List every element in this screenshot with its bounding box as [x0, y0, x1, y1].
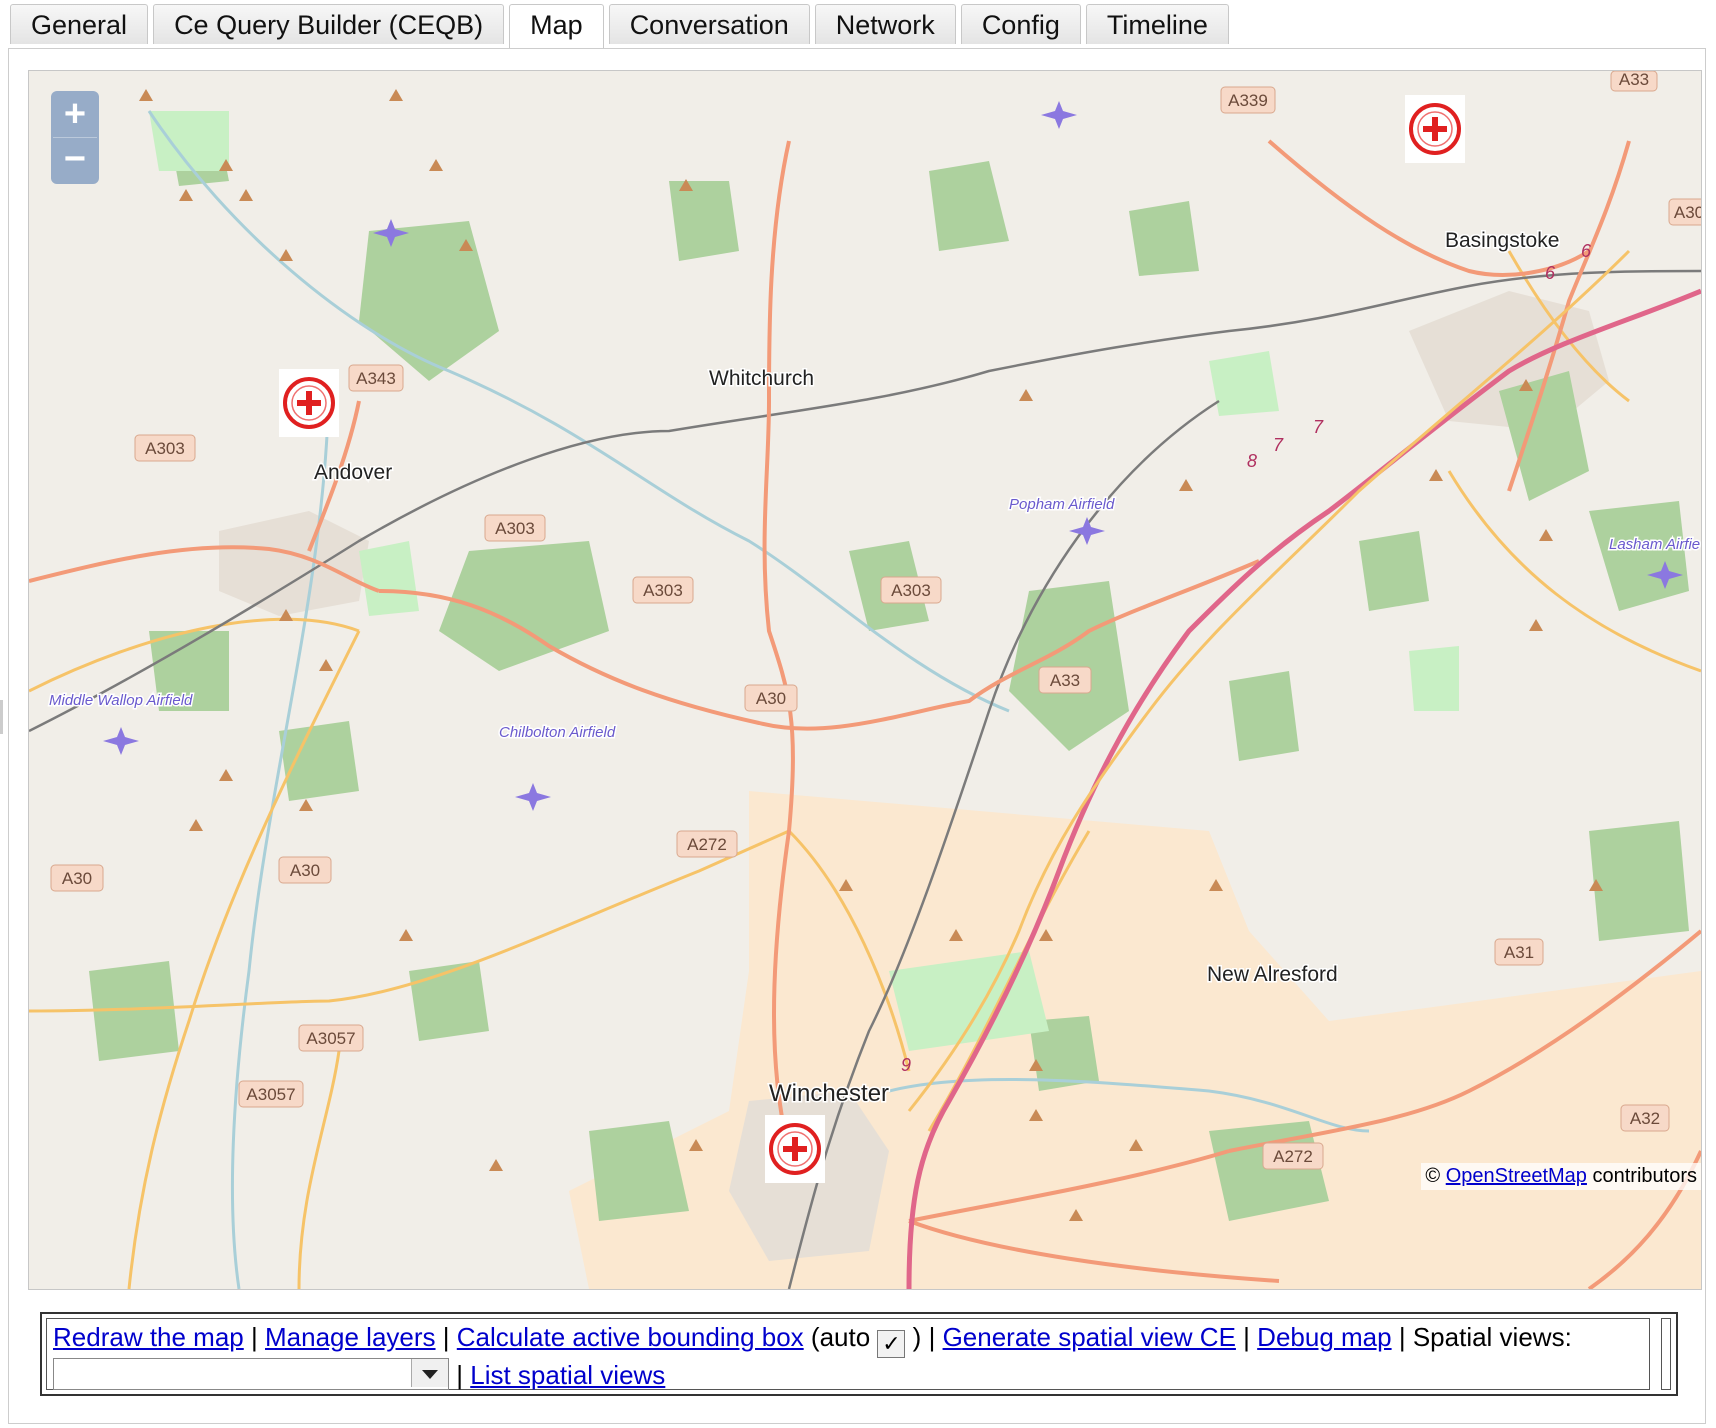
- list-spatial-views-link[interactable]: List spatial views: [470, 1360, 665, 1390]
- zoom-out-button[interactable]: −: [53, 138, 97, 182]
- auto-checkbox[interactable]: ✓: [877, 1330, 906, 1358]
- map-marker-winchester[interactable]: [765, 1115, 825, 1183]
- separator: |: [928, 1322, 936, 1352]
- road-label: A33: [1050, 671, 1080, 690]
- road-label: A303: [891, 581, 931, 600]
- airfield-label: Popham Airfield: [1009, 496, 1115, 513]
- airfield-label: Chilbolton Airfield: [499, 724, 616, 741]
- road-label: A30: [62, 869, 92, 888]
- junction-label: 6: [1581, 241, 1592, 261]
- road-label: A3057: [306, 1029, 355, 1048]
- airfield-label: Lasham Airfie: [1609, 536, 1700, 553]
- chevron-down-icon[interactable]: [411, 1359, 448, 1387]
- map-canvas: A339 A33 A30 A343 A303 A303 A303 A303 A3…: [29, 71, 1701, 1289]
- attribution-suffix: contributors: [1592, 1165, 1698, 1187]
- debug-map-link[interactable]: Debug map: [1257, 1322, 1391, 1352]
- road-label: A33: [1619, 71, 1649, 89]
- road-label: A303: [145, 439, 185, 458]
- place-label: Winchester: [769, 1080, 889, 1107]
- junction-label: 8: [1247, 451, 1257, 471]
- controls-row-2: | List spatial views: [53, 1358, 1643, 1392]
- place-label: Whitchurch: [709, 367, 814, 390]
- calculate-bbox-link[interactable]: Calculate active bounding box: [457, 1322, 804, 1352]
- left-resize-handle[interactable]: [0, 700, 3, 734]
- place-label: Basingstoke: [1445, 229, 1559, 252]
- road-label: A30: [1674, 203, 1701, 222]
- road-label: A343: [356, 369, 396, 388]
- zoom-control: + −: [51, 91, 99, 184]
- landuse-area: [569, 791, 1701, 1289]
- separator: |: [442, 1322, 450, 1352]
- map-controls: Redraw the map | Manage layers | Calcula…: [46, 1318, 1650, 1390]
- marker-plus-icon: [283, 377, 335, 429]
- marker-plus-icon: [1409, 103, 1461, 155]
- tab-conversation[interactable]: Conversation: [608, 4, 810, 44]
- junction-label: 6: [1545, 263, 1556, 283]
- generate-spatial-ce-link[interactable]: Generate spatial view CE: [943, 1322, 1236, 1352]
- junction-label: 9: [901, 1055, 911, 1075]
- auto-close: ): [912, 1322, 922, 1352]
- junction-label: 7: [1313, 417, 1324, 437]
- openstreetmap-link[interactable]: OpenStreetMap: [1446, 1165, 1587, 1187]
- road-label: A303: [495, 519, 535, 538]
- tab-config[interactable]: Config: [960, 4, 1081, 44]
- spatial-views-label: Spatial views:: [1412, 1322, 1572, 1352]
- urban-area: [219, 511, 369, 616]
- map-marker-basingstoke[interactable]: [1405, 95, 1465, 163]
- manage-layers-link[interactable]: Manage layers: [265, 1322, 436, 1352]
- copyright-symbol: ©: [1425, 1165, 1441, 1187]
- airfield-label: Middle Wallop Airfield: [49, 692, 193, 709]
- controls-scrollbar[interactable]: [1661, 1318, 1671, 1390]
- place-label: Andover: [314, 461, 392, 484]
- road-label: A339: [1228, 91, 1268, 110]
- map-controls-box: Redraw the map | Manage layers | Calcula…: [40, 1312, 1678, 1396]
- road-label: A32: [1630, 1109, 1660, 1128]
- map-attribution: © OpenStreetMap contributors: [1421, 1163, 1701, 1190]
- spatial-views-select[interactable]: [53, 1358, 449, 1390]
- tab-bar: General Ce Query Builder (CEQB) Map Conv…: [10, 4, 1234, 49]
- road-label: A272: [1273, 1147, 1313, 1166]
- road-label: A30: [756, 689, 786, 708]
- road-label: A31: [1504, 943, 1534, 962]
- separator: |: [251, 1322, 258, 1352]
- auto-label: (auto: [810, 1322, 871, 1352]
- zoom-in-button[interactable]: +: [53, 93, 97, 138]
- place-label: New Alresford: [1207, 963, 1338, 986]
- marker-plus-icon: [769, 1123, 821, 1175]
- road-label: A272: [687, 835, 727, 854]
- tab-map[interactable]: Map: [509, 4, 604, 49]
- map-view[interactable]: A339 A33 A30 A343 A303 A303 A303 A303 A3…: [28, 70, 1702, 1290]
- tab-timeline[interactable]: Timeline: [1085, 4, 1229, 44]
- tab-network[interactable]: Network: [814, 4, 956, 44]
- controls-row-1: Redraw the map | Manage layers | Calcula…: [53, 1321, 1643, 1358]
- tab-ceqb[interactable]: Ce Query Builder (CEQB): [153, 4, 505, 44]
- redraw-map-link[interactable]: Redraw the map: [53, 1322, 244, 1352]
- junction-label: 7: [1273, 435, 1284, 455]
- road-label: A30: [290, 861, 320, 880]
- separator: |: [1398, 1322, 1406, 1352]
- road-label: A303: [643, 581, 683, 600]
- separator: |: [456, 1360, 463, 1390]
- map-marker-andover[interactable]: [279, 369, 339, 437]
- separator: |: [1243, 1322, 1250, 1352]
- road-label: A3057: [246, 1085, 295, 1104]
- tab-general[interactable]: General: [10, 4, 149, 44]
